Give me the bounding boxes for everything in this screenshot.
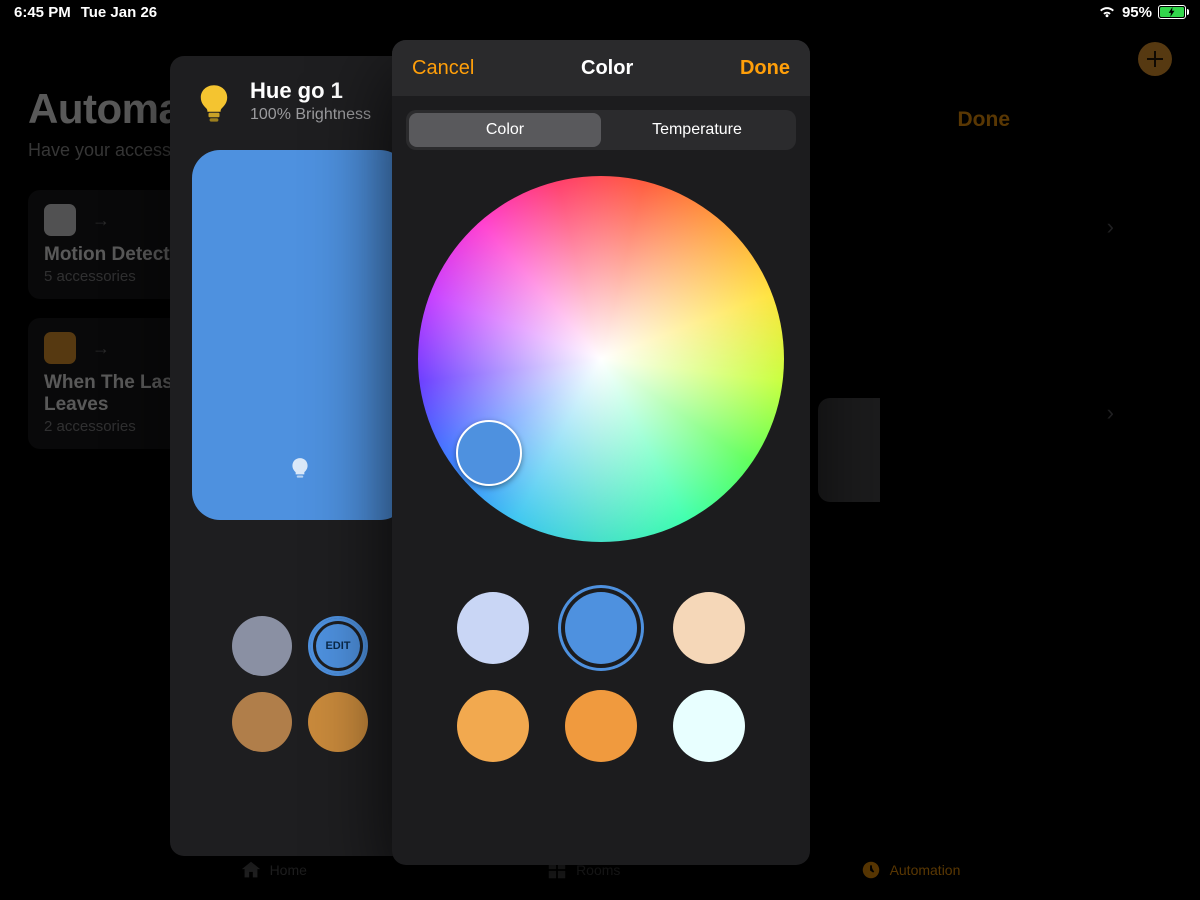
color-picker-title: Color (581, 57, 633, 80)
chevron-right-icon: › (1107, 214, 1114, 240)
segment-color[interactable]: Color (409, 113, 601, 147)
accessory-status: 100% Brightness (250, 106, 371, 124)
add-button[interactable] (1138, 42, 1172, 76)
panel-fragment (818, 398, 880, 502)
preset-swatch[interactable] (673, 592, 745, 664)
color-wheel[interactable] (418, 176, 784, 542)
lightbulb-icon (192, 82, 236, 126)
color-swatch-edit[interactable]: EDIT (308, 616, 368, 676)
done-button[interactable]: Done (958, 108, 1011, 132)
preset-swatch[interactable] (565, 592, 637, 664)
color-wheel-cursor[interactable] (456, 420, 522, 486)
sensor-icon (44, 204, 76, 236)
color-picker-panel: Cancel Color Done Color Temperature (392, 40, 810, 865)
battery-fill (1160, 7, 1184, 17)
accessory-swatch-row: EDIT (192, 616, 408, 752)
clock-icon (860, 859, 882, 881)
done-button[interactable]: Done (740, 57, 790, 80)
tab-label: Home (270, 862, 307, 878)
color-mode-segmented-control[interactable]: Color Temperature (406, 110, 796, 150)
brightness-tile[interactable] (192, 150, 408, 520)
tab-automation[interactable]: Automation (860, 859, 961, 881)
person-leave-icon (44, 332, 76, 364)
accessory-panel: Hue go 1 100% Brightness EDIT (170, 56, 430, 856)
color-picker-navbar: Cancel Color Done (392, 40, 810, 96)
swatch-edit-label: EDIT (325, 640, 350, 652)
arrow-right-icon: → (92, 210, 110, 231)
color-swatch[interactable] (232, 616, 292, 676)
arrow-right-icon: → (92, 338, 110, 359)
chevron-right-icon: › (1107, 400, 1114, 426)
lightbulb-icon (287, 456, 313, 482)
battery-icon (1158, 5, 1186, 19)
preset-swatch[interactable] (565, 690, 637, 762)
tab-home[interactable]: Home (240, 859, 307, 881)
tab-label: Automation (890, 862, 961, 878)
wifi-icon (1098, 5, 1116, 19)
status-time: 6:45 PM (14, 4, 71, 21)
cancel-button[interactable]: Cancel (412, 57, 474, 80)
status-bar: 6:45 PM Tue Jan 26 95% (0, 0, 1200, 24)
preset-swatch[interactable] (673, 690, 745, 762)
color-swatch[interactable] (232, 692, 292, 752)
house-icon (240, 859, 262, 881)
preset-swatch[interactable] (457, 592, 529, 664)
color-swatch[interactable] (308, 692, 368, 752)
accessory-name: Hue go 1 (250, 78, 371, 104)
preset-swatch-grid (392, 592, 810, 762)
status-date: Tue Jan 26 (81, 4, 157, 21)
preset-swatch[interactable] (457, 690, 529, 762)
battery-percent: 95% (1122, 4, 1152, 21)
segment-temperature[interactable]: Temperature (601, 113, 793, 147)
